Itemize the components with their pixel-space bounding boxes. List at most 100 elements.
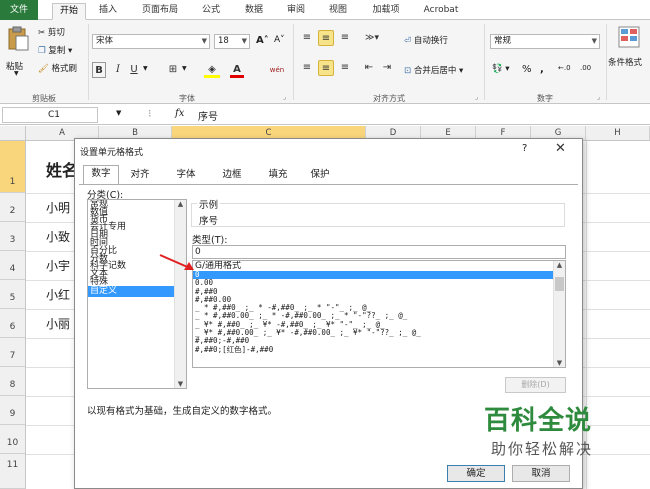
chevron-down-icon[interactable]: ▼	[116, 109, 121, 117]
scrollbar[interactable]: ▲ ▼	[553, 261, 565, 367]
row-header[interactable]: 5	[0, 280, 26, 309]
help-button[interactable]: ?	[522, 143, 527, 154]
row-header[interactable]: 7	[0, 338, 26, 367]
font-color-button[interactable]: A	[230, 62, 244, 78]
align-middle-icon[interactable]: ≡	[318, 30, 334, 46]
row-header[interactable]: 3	[0, 222, 26, 251]
category-list[interactable]: 常规 数值 货币 会计专用 日期 时间 百分比 分数 科学记数 文本 特殊 自定…	[87, 199, 187, 389]
copy-button[interactable]: ❐ 复制 ▾	[38, 44, 72, 56]
cell-a3[interactable]: 小致	[46, 228, 70, 245]
tab-protection[interactable]: 保护	[303, 167, 337, 184]
paste-button[interactable]: 粘贴 ▼	[4, 24, 32, 77]
tab-page-layout[interactable]: 页面布局	[135, 3, 185, 20]
font-group-label: 字体	[179, 94, 195, 103]
grow-font-button[interactable]: A˄	[256, 35, 269, 46]
tab-view[interactable]: 视图	[324, 3, 352, 20]
row-header[interactable]: 6	[0, 309, 26, 338]
tab-alignment[interactable]: 对齐	[123, 167, 157, 184]
font-name-select[interactable]: 宋体 ▼	[92, 34, 210, 49]
cancel-button[interactable]: 取消	[512, 465, 570, 482]
font-size-select[interactable]: 18 ▼	[214, 34, 250, 49]
tab-acrobat[interactable]: Acrobat	[418, 3, 464, 20]
type-input[interactable]: 0	[192, 245, 566, 259]
orientation-icon[interactable]: ≫▾	[362, 30, 382, 46]
insert-function-button[interactable]: fx	[175, 108, 184, 119]
align-bottom-icon[interactable]: ≡	[338, 30, 352, 46]
increase-indent-icon[interactable]: ⇥	[380, 60, 394, 76]
scroll-up-icon[interactable]: ▲	[554, 261, 565, 269]
align-right-icon[interactable]: ≡	[338, 60, 352, 76]
delete-button[interactable]: 删除(D)	[505, 377, 566, 393]
list-item[interactable]: #,##0;[红色]-#,##0	[193, 345, 565, 354]
name-box[interactable]: C1	[2, 107, 98, 123]
close-icon[interactable]: ✕	[555, 141, 566, 156]
format-list[interactable]: G/通用格式 0 0.00 #,##0 #,##0.00 _ * #,##0_ …	[192, 260, 566, 368]
dialog-launcher-icon[interactable]: ⌟	[597, 93, 600, 101]
underline-button[interactable]: U	[128, 62, 140, 78]
percent-button[interactable]: %	[522, 64, 532, 75]
list-item-selected[interactable]: 自定义	[88, 285, 186, 297]
tab-addins[interactable]: 加载项	[366, 3, 406, 20]
borders-icon[interactable]: ⊞	[166, 62, 180, 78]
list-item[interactable]: #,##0	[193, 287, 565, 296]
cell-a6[interactable]: 小丽	[46, 315, 70, 332]
tab-review[interactable]: 审阅	[282, 3, 310, 20]
column-header[interactable]: H	[586, 126, 650, 141]
row-header[interactable]: 2	[0, 193, 26, 222]
row-header[interactable]: 8	[0, 367, 26, 396]
comma-button[interactable]: ,	[540, 64, 544, 75]
fill-color-icon[interactable]: ◈	[204, 62, 220, 78]
list-item[interactable]: G/通用格式	[193, 261, 565, 271]
accounting-format-button[interactable]: 💱 ▾	[492, 64, 510, 74]
list-item[interactable]: 0.00	[193, 278, 565, 287]
tab-home[interactable]: 开始	[52, 3, 86, 20]
row-header[interactable]: 11	[0, 454, 26, 489]
list-item-selected[interactable]: 0	[193, 270, 565, 280]
merge-center-button[interactable]: ⊡ 合并后居中 ▾	[404, 64, 463, 76]
annotation-arrow-icon	[159, 254, 194, 270]
scroll-down-icon[interactable]: ▼	[554, 359, 565, 367]
phonetic-button[interactable]: wén	[268, 62, 286, 78]
tab-insert[interactable]: 插入	[94, 3, 122, 20]
scroll-up-icon[interactable]: ▲	[175, 200, 186, 208]
dialog-launcher-icon[interactable]: ⌟	[475, 93, 478, 101]
scroll-down-icon[interactable]: ▼	[175, 380, 186, 388]
bold-button[interactable]: B	[92, 62, 106, 78]
formula-input[interactable]: 序号	[198, 108, 218, 123]
cell-a2[interactable]: 小明	[46, 199, 70, 216]
row-header[interactable]: 9	[0, 396, 26, 425]
format-painter-button[interactable]: 🖌 格式刷	[38, 62, 77, 74]
dialog-launcher-icon[interactable]: ⌟	[283, 93, 286, 101]
align-left-icon[interactable]: ≡	[300, 60, 314, 76]
scroll-thumb[interactable]	[555, 277, 564, 291]
conditional-format-button[interactable]: 条件格式	[608, 24, 650, 84]
align-top-icon[interactable]: ≡	[300, 30, 314, 46]
increase-decimal-icon[interactable]: ←.0	[558, 64, 571, 72]
cut-button[interactable]: ✂ 剪切	[38, 26, 65, 38]
tab-border[interactable]: 边框	[215, 167, 249, 184]
italic-button[interactable]: I	[112, 62, 124, 78]
decrease-decimal-icon[interactable]: .00	[580, 64, 591, 72]
tab-fill[interactable]: 填充	[261, 167, 295, 184]
wrap-text-button[interactable]: ⏎ 自动换行	[404, 34, 448, 46]
tab-number[interactable]: 数字	[83, 165, 119, 185]
copy-icon: ❐	[38, 46, 46, 56]
scrollbar[interactable]: ▲ ▼	[174, 200, 186, 388]
row-header[interactable]: 4	[0, 251, 26, 280]
shrink-font-button[interactable]: A˅	[274, 35, 285, 45]
ok-button[interactable]: 确定	[447, 465, 505, 482]
tab-file[interactable]: 文件	[0, 0, 38, 20]
tab-formulas[interactable]: 公式	[197, 3, 225, 20]
cell-a5[interactable]: 小红	[46, 286, 70, 303]
row-header[interactable]: 10	[0, 425, 26, 454]
decrease-indent-icon[interactable]: ⇤	[362, 60, 376, 76]
row-header[interactable]: 1	[0, 141, 26, 193]
cell-a4[interactable]: 小宇	[46, 257, 70, 274]
tab-font[interactable]: 字体	[169, 167, 203, 184]
select-all-button[interactable]	[0, 126, 26, 141]
align-center-icon[interactable]: ≡	[318, 60, 334, 76]
divider	[606, 24, 607, 100]
list-item[interactable]: 特殊	[88, 278, 186, 287]
tab-data[interactable]: 数据	[240, 3, 268, 20]
number-format-select[interactable]: 常规 ▼	[490, 34, 600, 49]
